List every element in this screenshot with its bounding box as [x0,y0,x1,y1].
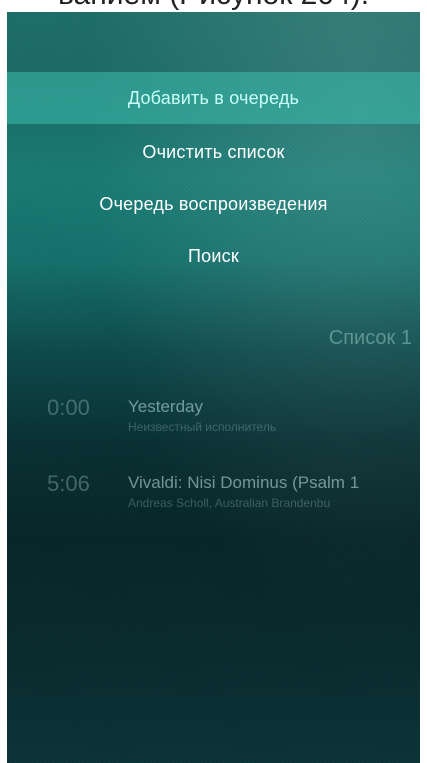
page: ванием (Рисунок 204). Добавить в очередь… [0,0,427,763]
track-artist: Andreas Scholl, Australian Brandenbu [128,496,331,510]
track-item[interactable]: 0:00 Yesterday Неизвестный исполнитель [7,395,420,445]
phone-screen: Добавить в очередь Очистить список Очере… [7,12,420,763]
menu-item-playback-queue[interactable]: Очередь воспроизведения [7,178,420,230]
document-caption: ванием (Рисунок 204). [0,0,427,12]
track-duration: 0:00 [47,395,90,420]
track-title: Vivaldi: Nisi Dominus (Psalm 1 [128,473,360,492]
context-menu: Добавить в очередь Очистить список Очере… [7,72,420,282]
track-title: Yesterday [128,397,203,416]
menu-item-search[interactable]: Поиск [7,230,420,282]
track-duration: 5:06 [47,471,90,496]
track-item[interactable]: 5:06 Vivaldi: Nisi Dominus (Psalm 1 Andr… [7,471,420,521]
track-artist: Неизвестный исполнитель [128,420,277,434]
menu-item-clear-list[interactable]: Очистить список [7,126,420,178]
menu-item-add-to-queue[interactable]: Добавить в очередь [7,72,420,124]
playlist-title: Список 1 [328,327,412,349]
